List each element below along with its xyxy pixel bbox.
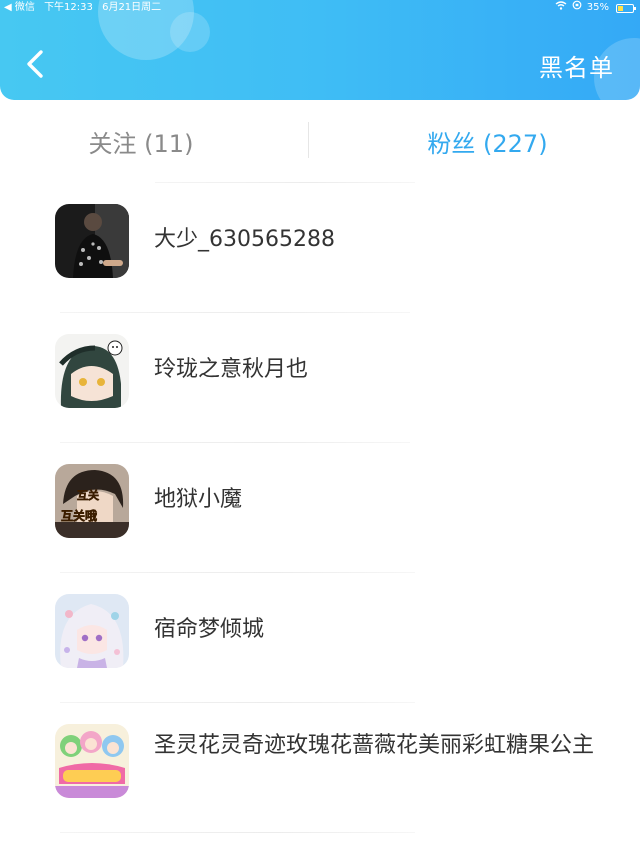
avatar[interactable] [55,204,129,278]
battery-percent: 35% [586,2,609,13]
status-bar: ◀ 微信 下午12:33 6月21日周二 35% [0,0,640,16]
avatar[interactable] [55,594,129,668]
tab-fans[interactable]: 粉丝 (227) [340,110,635,172]
follow-tabs: 关注 (11) 粉丝 (227) [0,110,640,172]
battery-icon [616,3,636,13]
blacklist-button[interactable]: 黑名单 [539,48,614,83]
list-item[interactable]: 宿命梦倾城 [0,572,640,702]
wifi-icon [555,0,567,16]
list-item[interactable]: 玲珑之意秋月也 [0,312,640,442]
svg-text:互关哦: 互关哦 [61,508,97,523]
top-navigation-bar: ◀ 微信 下午12:33 6月21日周二 35% 黑名单 [0,0,640,100]
fan-name[interactable]: 宿命梦倾城 [154,616,264,644]
chevron-left-icon [27,50,43,78]
fan-name[interactable]: 大少_630565288 [154,226,335,254]
back-to-app-label[interactable]: ◀ 微信 [4,2,35,13]
tab-divider [308,122,309,158]
list-item[interactable]: 互关 互关哦 地狱小魔 [0,442,640,572]
status-time: 下午12:33 [44,2,93,13]
status-date: 6月21日周二 [102,2,162,13]
fan-name[interactable]: 圣灵花灵奇迹玫瑰花蔷薇花美丽彩虹糖果公主 [154,732,594,760]
row-divider [60,832,415,833]
avatar[interactable] [55,334,129,408]
tab-following[interactable]: 关注 (11) [0,110,282,172]
list-item[interactable]: 圣灵花灵奇迹玫瑰花蔷薇花美丽彩虹糖果公主 [0,702,640,832]
fan-name[interactable]: 地狱小魔 [154,486,242,514]
orientation-lock-icon [572,0,582,16]
avatar[interactable] [55,724,129,798]
list-item[interactable]: 大少_630565288 [0,182,640,312]
back-button[interactable] [18,44,52,84]
fan-name[interactable]: 玲珑之意秋月也 [154,356,308,384]
svg-text:互关: 互关 [77,488,99,502]
decorative-bubble [170,12,210,52]
avatar[interactable]: 互关 互关哦 [55,464,129,538]
